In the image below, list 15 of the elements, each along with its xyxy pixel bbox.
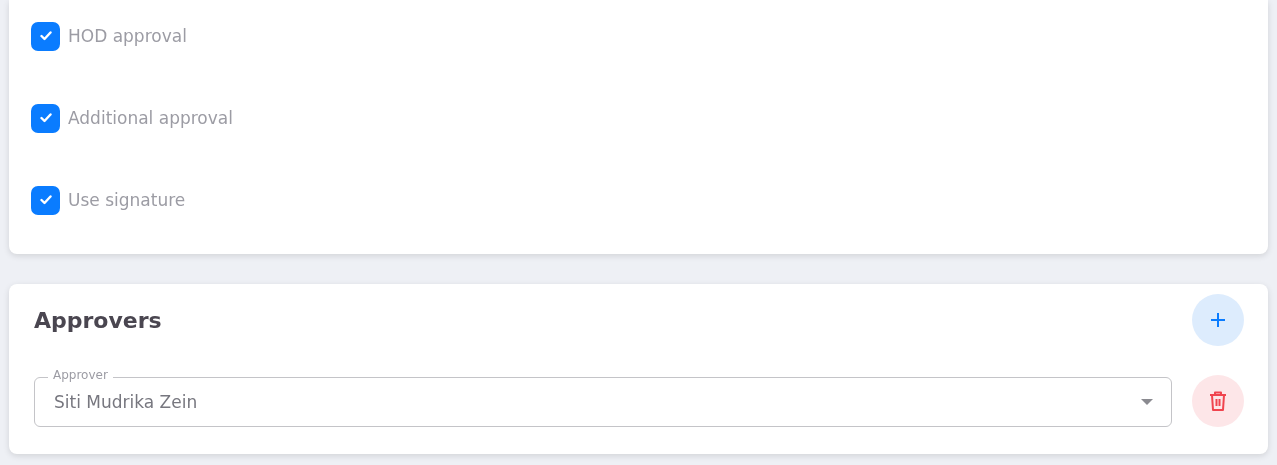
check-icon (39, 31, 52, 41)
section-title: Approvers (34, 307, 162, 333)
trash-icon (1209, 391, 1227, 411)
plus-icon (1210, 312, 1226, 328)
delete-button[interactable] (1192, 375, 1244, 427)
check-icon (39, 113, 52, 123)
dropdown-arrow-icon (1141, 399, 1153, 405)
checkbox[interactable] (31, 103, 60, 133)
checkbox[interactable] (31, 185, 60, 215)
checkbox-label: HOD approval (68, 26, 187, 46)
checkbox-label: Additional approval (68, 108, 233, 128)
check-icon (39, 195, 52, 205)
field-label: Approver (48, 369, 113, 382)
checkbox[interactable] (31, 21, 60, 51)
checkbox-label: Use signature (68, 190, 186, 210)
